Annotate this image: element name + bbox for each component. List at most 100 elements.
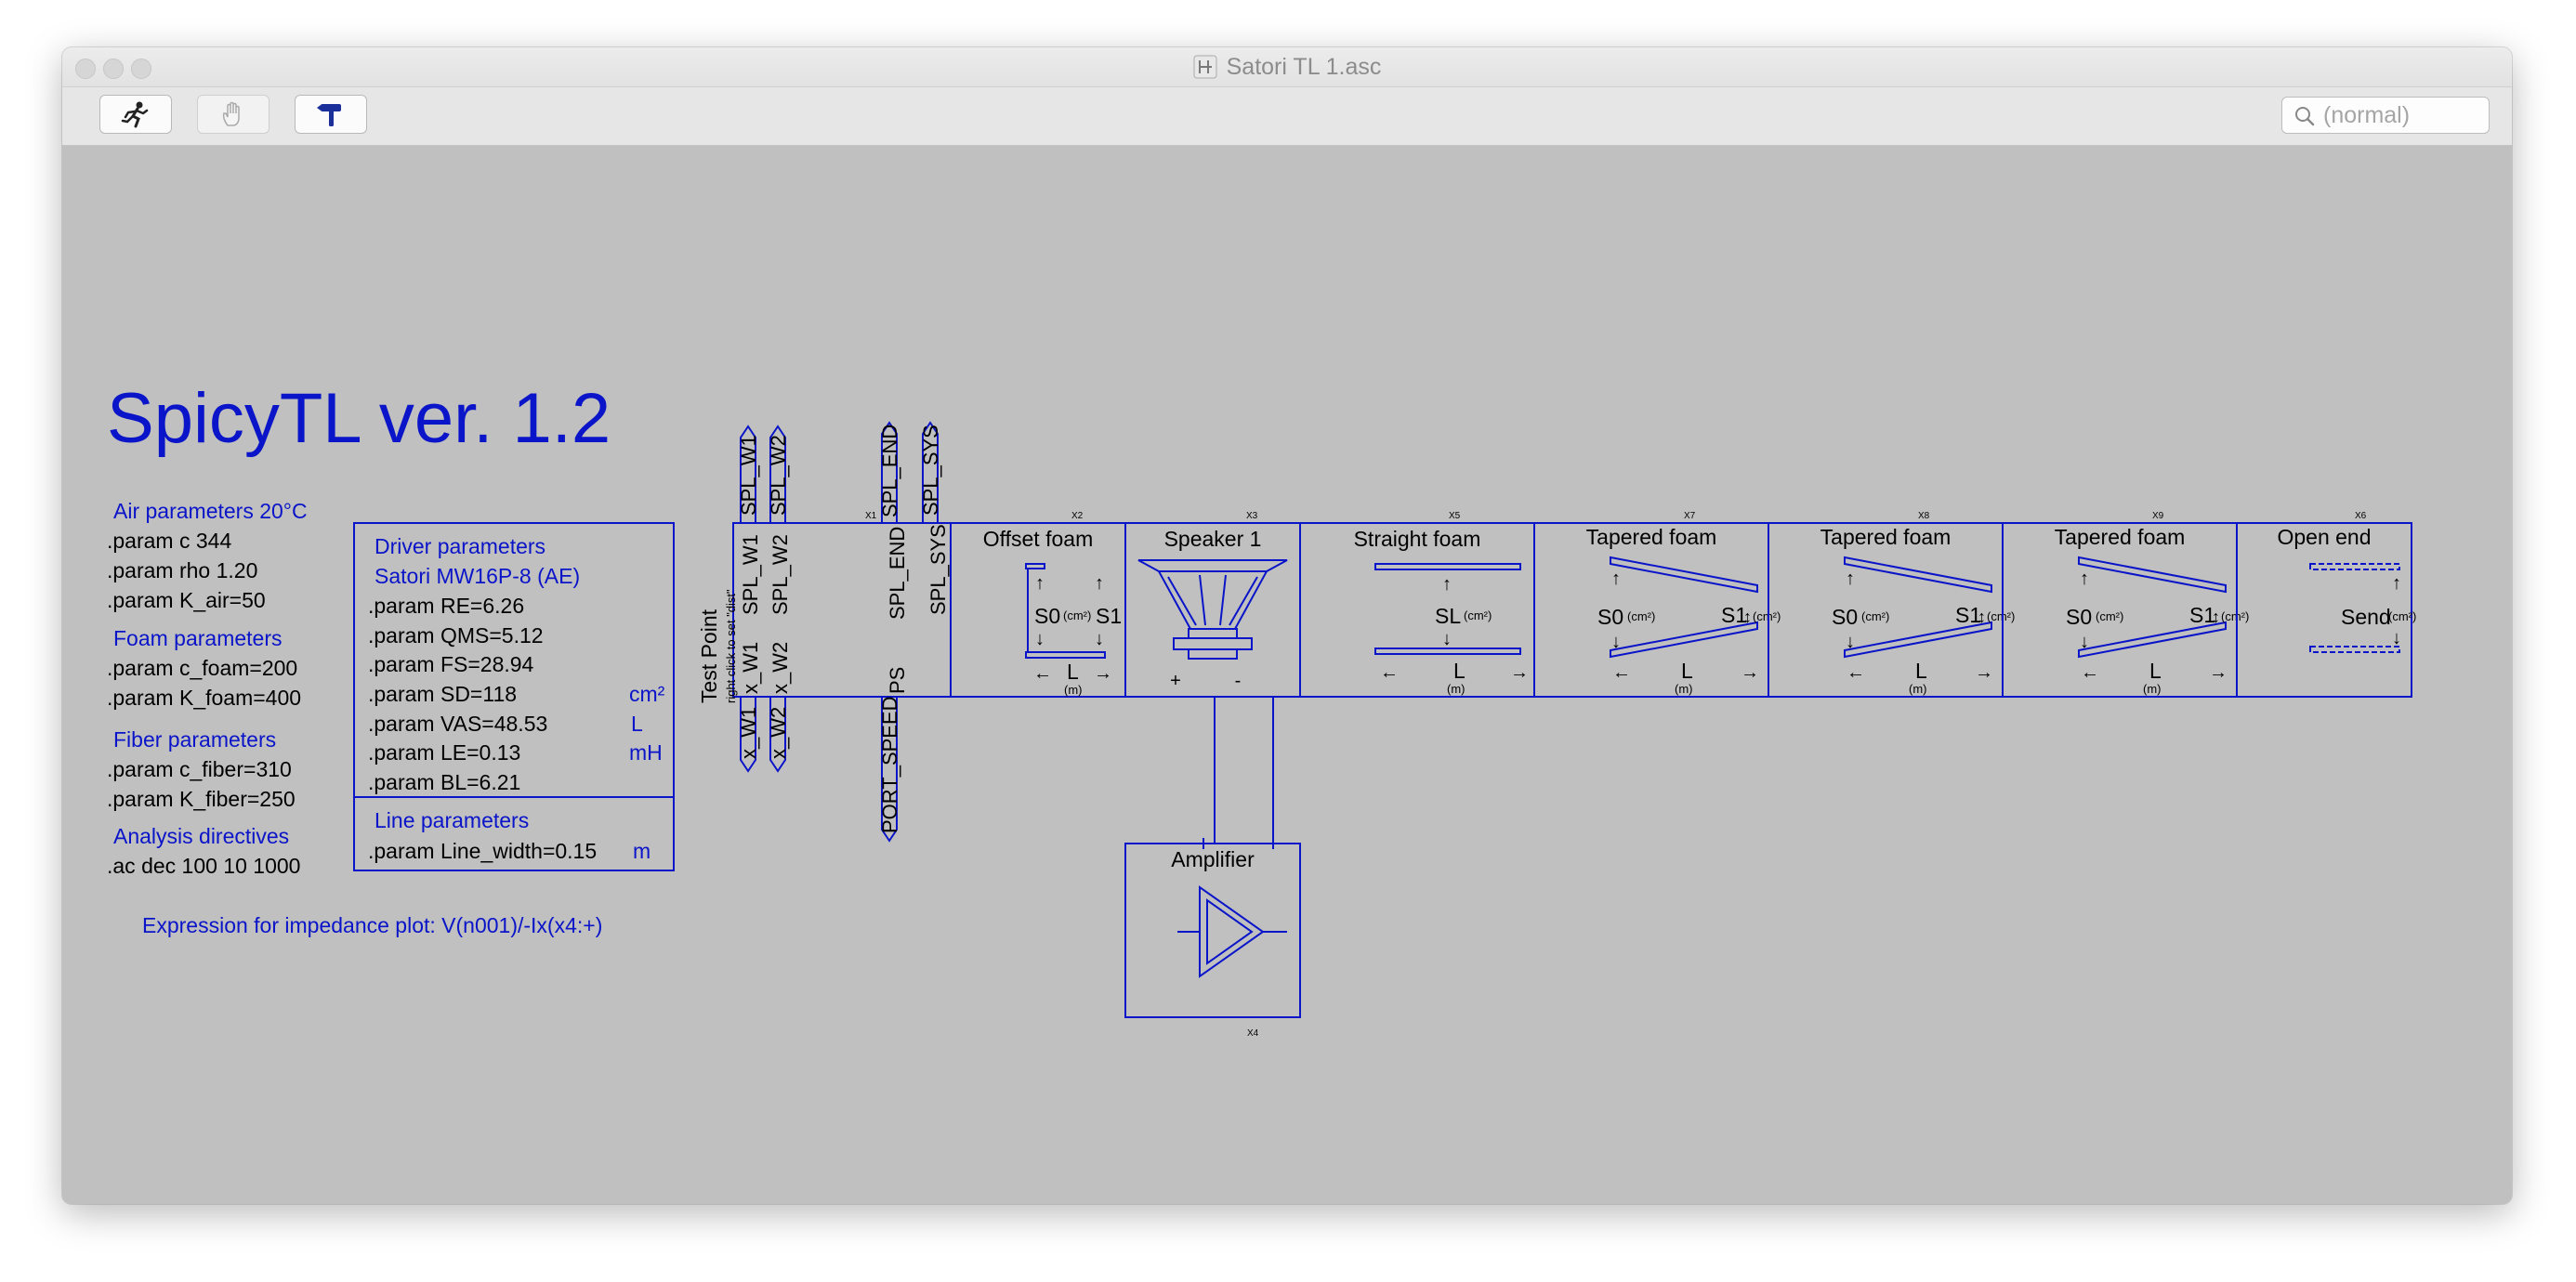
toolbar [62, 87, 2512, 146]
svg-text:(m): (m) [1447, 682, 1465, 696]
svg-text:↑: ↑ [2392, 573, 2401, 594]
flag-port-speed[interactable]: PORT_SPEED [878, 696, 901, 843]
svg-text:↓: ↓ [2080, 632, 2089, 652]
pin-x-w2: x_W2 [769, 642, 792, 694]
speaker-magnet-top [1188, 628, 1238, 639]
speaker-cone-lines [1167, 574, 1258, 626]
window-title: Satori TL 1.asc [1226, 53, 1382, 80]
svg-text:(cm²): (cm²) [1627, 609, 1655, 623]
amplifier-block[interactable]: Amplifier X4 [1124, 838, 1301, 1039]
testpoint-subtitle: right click to set "dist" [724, 589, 738, 703]
svg-text:S0: S0 [1597, 605, 1623, 629]
svg-text:→: → [1741, 662, 1759, 683]
svg-text:(cm²): (cm²) [1987, 609, 2015, 623]
svg-text:↑: ↑ [1846, 569, 1855, 589]
svg-text:Open end: Open end [2277, 525, 2371, 549]
schematic-canvas[interactable]: SpicyTL ver. 1.2 Air parameters 20°C .pa… [62, 146, 2512, 1204]
svg-text:↓: ↓ [1095, 629, 1104, 649]
svg-text:X9: X9 [2152, 511, 2164, 521]
ref-x1: X1 [865, 511, 877, 521]
svg-text:X3: X3 [1246, 511, 1258, 521]
svg-text:L: L [2149, 659, 2162, 683]
pin-spl-w1: SPL_W1 [739, 534, 762, 615]
svg-text:Offset foam: Offset foam [983, 527, 1093, 551]
svg-text:Tapered foam: Tapered foam [1820, 525, 1952, 549]
svg-text:↑: ↑ [1035, 573, 1045, 594]
tapered-foam-block-3[interactable]: Tapered foam X9 ↑ S0 (cm²) S1 ↕ (cm²) ↓ … [2002, 511, 2249, 698]
svg-text:SPL_END: SPL_END [878, 425, 901, 517]
svg-text:↓: ↓ [1035, 629, 1045, 649]
svg-text:↕: ↕ [1743, 608, 1752, 626]
flag-spl-end[interactable]: SPL_END [878, 421, 901, 523]
speaker-cone [1158, 570, 1268, 630]
search-icon [2295, 107, 2315, 126]
schematic-file-icon [1193, 55, 1217, 79]
svg-text:L: L [1453, 659, 1465, 683]
tapered-foam-block-2[interactable]: Tapered foam X8 ↑ S0 (cm²) S1 ↕ (cm²) ↓ … [1768, 511, 2015, 698]
svg-text:(cm²): (cm²) [1063, 608, 1091, 622]
svg-text:L: L [1067, 660, 1079, 684]
svg-text:(m): (m) [2143, 682, 2162, 696]
svg-text:SPL_SYS: SPL_SYS [919, 425, 942, 516]
flag-x-w2[interactable]: x_W2 [767, 697, 790, 773]
pin-ps: PS [886, 667, 909, 694]
svg-text:Tapered foam: Tapered foam [1586, 525, 1717, 549]
svg-text:←: ← [1033, 663, 1052, 684]
hammer-button[interactable] [295, 95, 367, 134]
svg-text:←: ← [1380, 662, 1399, 683]
svg-text:SPL_W1: SPL_W1 [737, 435, 760, 516]
search-input[interactable] [2323, 101, 2481, 129]
search-field[interactable] [2281, 97, 2490, 134]
svg-text:↑: ↑ [1095, 573, 1104, 594]
svg-text:↓: ↓ [1442, 629, 1452, 649]
tapered-foam-block-1[interactable]: Tapered foam X7 ↑ S0 (cm²) S1 ↕ (cm²) ↓ … [1533, 511, 1781, 698]
svg-text:←: ← [1847, 662, 1865, 683]
svg-text:SL: SL [1435, 604, 1461, 628]
svg-text:x_W2: x_W2 [767, 707, 790, 759]
flag-x-w1[interactable]: x_W1 [737, 697, 760, 773]
svg-text:↕: ↕ [2212, 608, 2220, 626]
flag-spl-sys[interactable]: SPL_SYS [919, 421, 942, 523]
svg-text:X5: X5 [1449, 511, 1461, 521]
svg-text:↑: ↑ [1611, 569, 1621, 589]
svg-text:L: L [1681, 659, 1693, 683]
svg-text:↓: ↓ [1611, 632, 1621, 652]
svg-text:S0: S0 [2066, 605, 2092, 629]
pin-spl-w2: SPL_W2 [769, 534, 792, 615]
run-button[interactable] [99, 95, 172, 134]
pin-spl-sys: SPL_SYS [927, 524, 950, 615]
testpoint-block[interactable]: Test Point right click to set "dist" SPL… [697, 511, 952, 703]
speaker-cone-top [1137, 559, 1288, 572]
app-window: Satori TL 1.asc (normal) SpicyTL ver. 1.… [62, 47, 2512, 1204]
svg-text:S0: S0 [1034, 604, 1060, 628]
svg-text:(cm²): (cm²) [1861, 609, 1889, 623]
open-end-block[interactable]: Open end X6 ↑ Send (cm²) ↓ [2236, 511, 2416, 698]
flag-spl-w2[interactable]: SPL_W2 [767, 425, 790, 523]
svg-text:X4: X4 [1247, 1028, 1259, 1039]
svg-text:(cm²): (cm²) [1753, 609, 1781, 623]
svg-text:X8: X8 [1918, 511, 1930, 521]
offset-foam-bottom-bar [1025, 651, 1106, 659]
svg-text:(m): (m) [1909, 682, 1927, 696]
svg-text:→: → [2209, 662, 2228, 683]
svg-text:L: L [1915, 659, 1927, 683]
offset-foam-top-bar [1025, 563, 1045, 569]
driver-params-box[interactable] [353, 522, 675, 871]
svg-text:←: ← [1612, 662, 1631, 683]
svg-text:S1: S1 [1096, 604, 1122, 628]
hammer-icon [317, 104, 341, 126]
svg-text:S0: S0 [1832, 605, 1858, 629]
flag-spl-w1[interactable]: SPL_W1 [737, 425, 760, 523]
svg-text:-: - [1235, 671, 1242, 691]
svg-text:+: + [1170, 671, 1181, 691]
straight-foam-block[interactable]: Straight foam X5 ↑ SL (cm²) ↓ ← L → (m) [1299, 511, 1535, 698]
speaker-block[interactable]: Speaker 1 X3 + - [1124, 511, 1301, 698]
pin-spl-end: SPL_END [886, 527, 909, 620]
svg-text:↓: ↓ [2392, 628, 2401, 648]
title-bar: Satori TL 1.asc [62, 47, 2512, 87]
svg-text:→: → [1975, 662, 1993, 683]
offset-foam-block[interactable]: Offset foam X2 ↑ ↑ S0 (cm²) S1 ↓ ↓ ← L →… [950, 511, 1126, 698]
svg-text:←: ← [2081, 662, 2099, 683]
speaker-magnet-bottom [1188, 648, 1238, 660]
halt-button[interactable] [197, 95, 269, 134]
